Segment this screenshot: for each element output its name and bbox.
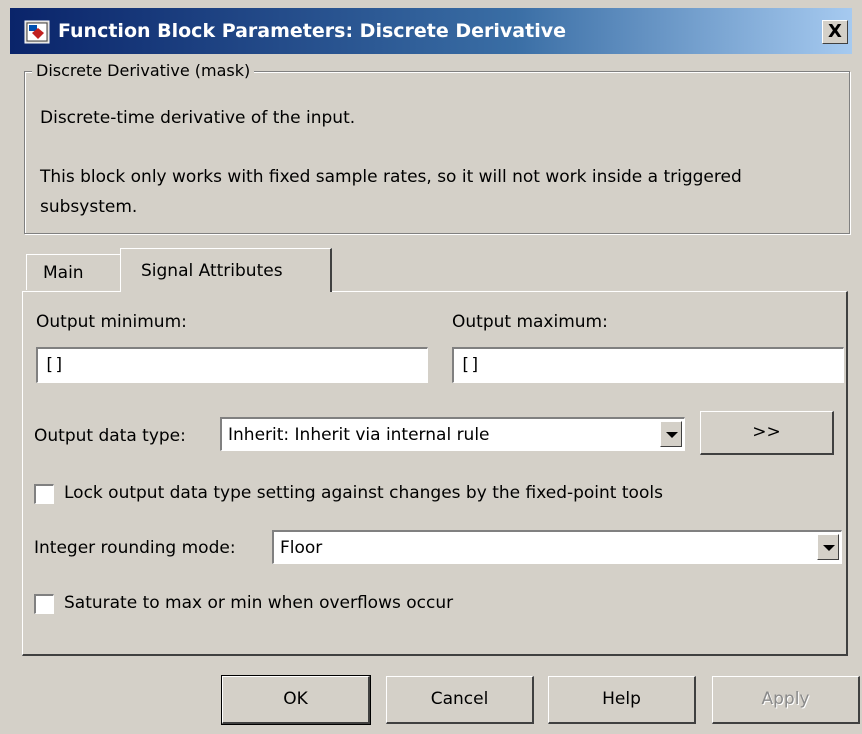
chevron-down-icon[interactable] xyxy=(817,534,839,560)
rounding-mode-select[interactable]: Floor xyxy=(272,530,842,564)
close-button[interactable]: X xyxy=(822,20,848,44)
output-data-type-select[interactable]: Inherit: Inherit via internal rule xyxy=(220,417,685,451)
rounding-mode-value: Floor xyxy=(280,538,323,558)
output-data-type-value: Inherit: Inherit via internal rule xyxy=(228,425,490,445)
ok-button[interactable]: OK xyxy=(221,675,371,725)
rounding-mode-label: Integer rounding mode: xyxy=(34,538,236,558)
saturate-label: Saturate to max or min when overflows oc… xyxy=(64,593,454,613)
cancel-button[interactable]: Cancel xyxy=(386,676,534,724)
saturate-checkbox[interactable] xyxy=(34,594,54,614)
tab-signal-attributes[interactable]: Signal Attributes xyxy=(120,248,332,292)
simulink-block-icon xyxy=(24,20,50,44)
mask-group-legend: Discrete Derivative (mask) xyxy=(32,61,255,80)
dialog-window: Function Block Parameters: Discrete Deri… xyxy=(0,0,862,734)
output-max-field[interactable]: [] xyxy=(452,347,844,383)
output-min-field[interactable]: [] xyxy=(36,347,428,383)
output-max-label: Output maximum: xyxy=(452,312,608,332)
window-title: Function Block Parameters: Discrete Deri… xyxy=(58,20,566,42)
title-bar: Function Block Parameters: Discrete Deri… xyxy=(10,8,852,54)
chevron-down-icon[interactable] xyxy=(660,421,682,447)
apply-button[interactable]: Apply xyxy=(712,676,860,724)
output-data-type-label: Output data type: xyxy=(34,426,186,446)
output-min-label: Output minimum: xyxy=(36,312,187,332)
data-type-assistant-button[interactable]: >> xyxy=(700,411,834,455)
tab-main[interactable]: Main xyxy=(26,254,122,290)
mask-description-line1: Discrete-time derivative of the input. xyxy=(40,108,356,128)
help-button[interactable]: Help xyxy=(548,676,696,724)
lock-data-type-checkbox[interactable] xyxy=(34,484,54,504)
mask-description-line2: This block only works with fixed sample … xyxy=(40,167,742,217)
lock-data-type-label: Lock output data type setting against ch… xyxy=(64,483,663,503)
